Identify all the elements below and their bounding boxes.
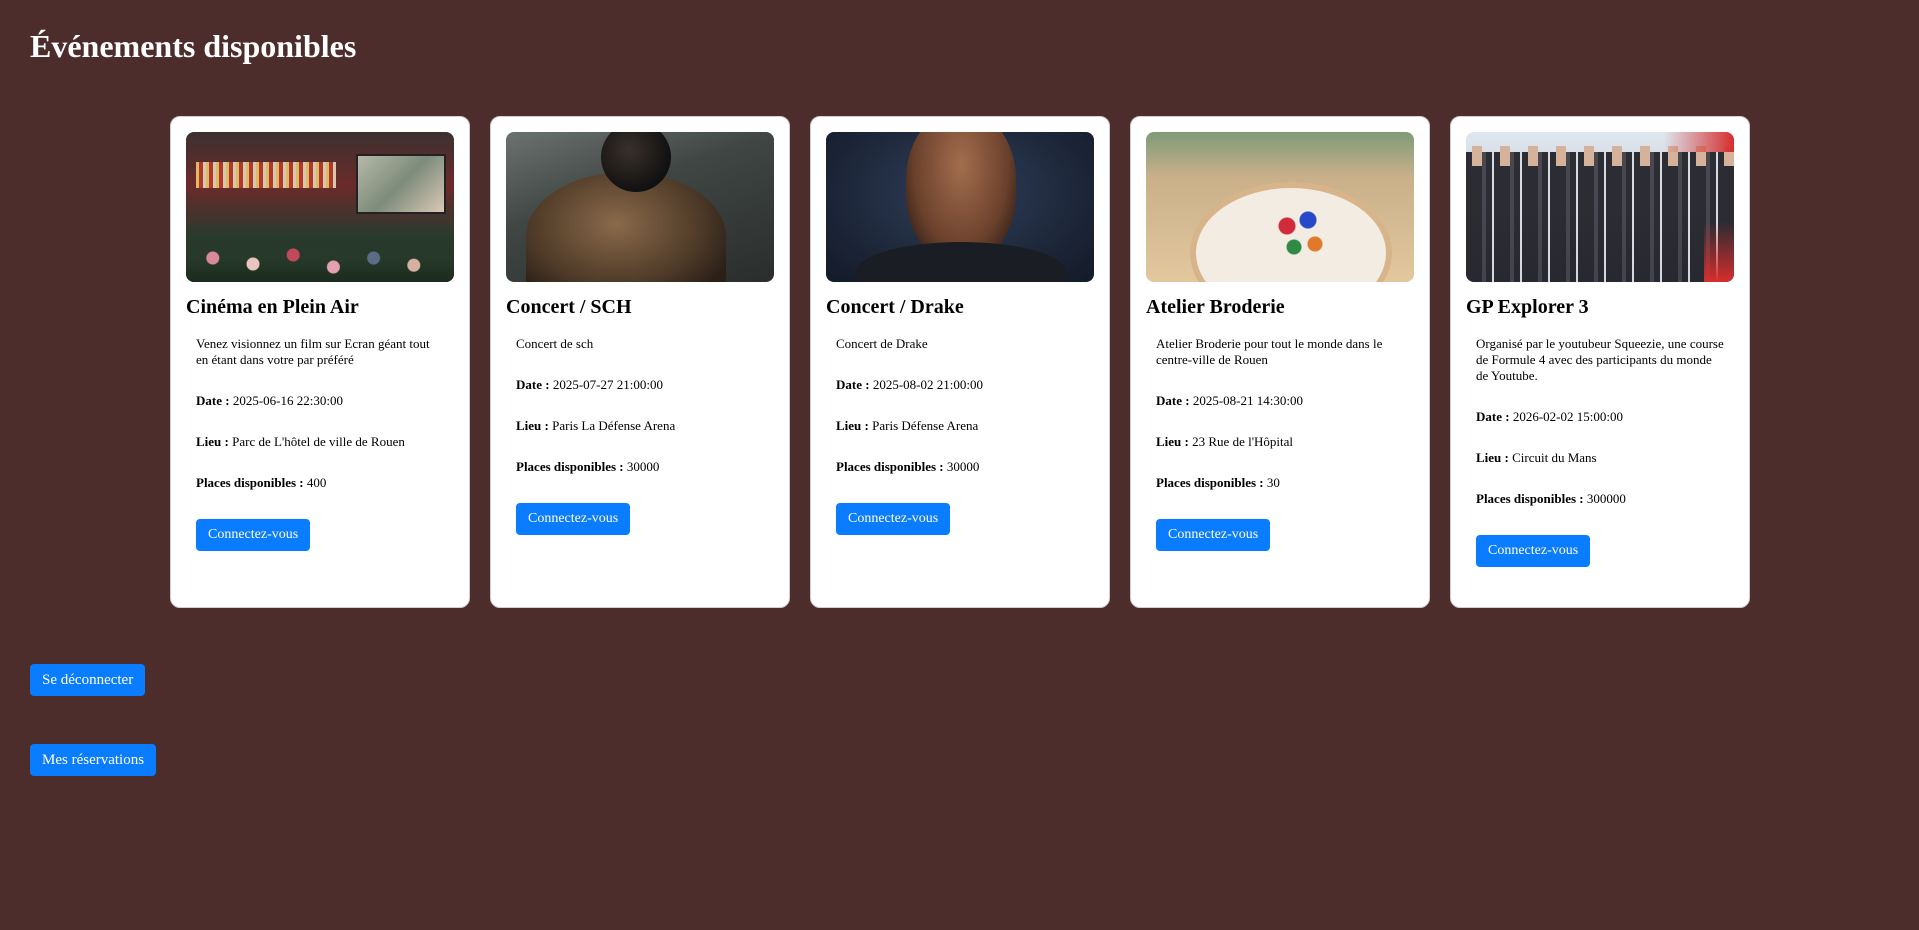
event-title: Atelier Broderie [1146,296,1285,318]
event-location: Lieu : Circuit du Mans [1476,450,1724,466]
event-places: Places disponibles : 30000 [836,459,1084,475]
event-location: Lieu : Paris Défense Arena [836,418,1084,434]
event-description: Concert de Drake [836,336,928,351]
event-date: Date : 2026-02-02 15:00:00 [1476,409,1724,425]
date-value: 2026-02-02 15:00:00 [1512,409,1623,424]
event-date: Date : 2025-08-21 14:30:00 [1156,393,1404,409]
location-value: Parc de L'hôtel de ville de Rouen [232,434,405,449]
event-card: GP Explorer 3 Organisé par le youtubeur … [1450,116,1750,608]
location-value: 23 Rue de l'Hôpital [1192,434,1294,449]
login-button[interactable]: Connectez-vous [196,519,311,551]
event-date: Date : 2025-06-16 22:30:00 [196,393,444,409]
date-value: 2025-07-27 21:00:00 [552,377,663,392]
location-label: Lieu : [1476,450,1509,465]
event-title: Concert / SCH [506,296,632,318]
logout-button[interactable]: Se déconnecter [30,664,146,696]
event-image [506,132,774,282]
event-location: Lieu : Paris La Défense Arena [516,418,764,434]
event-title: Cinéma en Plein Air [186,296,359,318]
event-card: Cinéma en Plein Air Venez visionnez un f… [170,116,470,608]
event-date: Date : 2025-07-27 21:00:00 [516,377,764,393]
event-places: Places disponibles : 400 [196,475,444,491]
event-places: Places disponibles : 30000 [516,459,764,475]
login-button[interactable]: Connectez-vous [516,503,631,535]
date-label: Date : [516,377,550,392]
places-label: Places disponibles : [196,475,304,490]
date-label: Date : [1156,393,1190,408]
date-label: Date : [1476,409,1510,424]
login-button[interactable]: Connectez-vous [1476,535,1591,567]
event-list: Cinéma en Plein Air Venez visionnez un f… [170,116,1750,608]
date-value: 2025-06-16 22:30:00 [232,393,343,408]
event-card: Atelier Broderie Atelier Broderie pour t… [1130,116,1430,608]
event-location: Lieu : Parc de L'hôtel de ville de Rouen [196,434,444,450]
event-title: GP Explorer 3 [1466,296,1589,318]
places-value: 30000 [626,459,660,474]
location-value: Paris Défense Arena [872,418,979,433]
places-value: 400 [306,475,327,490]
event-image [1466,132,1734,282]
location-value: Paris La Défense Arena [552,418,676,433]
places-value: 300000 [1586,491,1626,506]
date-value: 2025-08-02 21:00:00 [872,377,983,392]
event-image [186,132,454,282]
event-places: Places disponibles : 300000 [1476,491,1724,507]
event-description: Venez visionnez un film sur Ecran géant … [196,336,430,367]
login-button[interactable]: Connectez-vous [1156,519,1271,551]
date-label: Date : [196,393,230,408]
event-card: Concert / SCH Concert de sch Date : 2025… [490,116,790,608]
event-description: Concert de sch [516,336,594,351]
event-date: Date : 2025-08-02 21:00:00 [836,377,1084,393]
event-location: Lieu : 23 Rue de l'Hôpital [1156,434,1404,450]
date-label: Date : [836,377,870,392]
location-label: Lieu : [196,434,229,449]
location-label: Lieu : [836,418,869,433]
event-description: Atelier Broderie pour tout le monde dans… [1156,336,1383,367]
places-value: 30 [1266,475,1280,490]
page-title: Événements disponibles [30,28,357,64]
places-value: 30000 [946,459,980,474]
places-label: Places disponibles : [516,459,624,474]
location-value: Circuit du Mans [1512,450,1597,465]
login-button[interactable]: Connectez-vous [836,503,951,535]
places-label: Places disponibles : [1476,491,1584,506]
places-label: Places disponibles : [836,459,944,474]
date-value: 2025-08-21 14:30:00 [1192,393,1303,408]
places-label: Places disponibles : [1156,475,1264,490]
event-image [826,132,1094,282]
event-description: Organisé par le youtubeur Squeezie, une … [1476,336,1724,383]
event-title: Concert / Drake [826,296,964,318]
my-reservations-button[interactable]: Mes réservations [30,744,157,776]
location-label: Lieu : [1156,434,1189,449]
event-image [1146,132,1414,282]
event-card: Concert / Drake Concert de Drake Date : … [810,116,1110,608]
location-label: Lieu : [516,418,549,433]
event-places: Places disponibles : 30 [1156,475,1404,491]
